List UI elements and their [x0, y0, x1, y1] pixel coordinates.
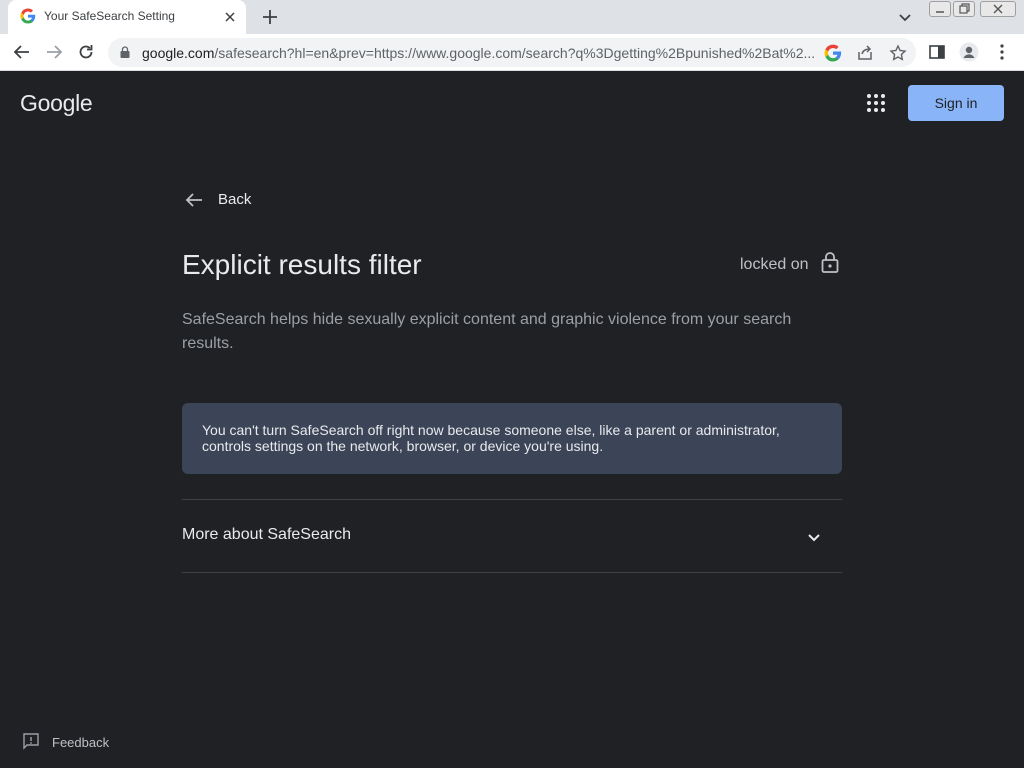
restore-icon [959, 3, 970, 14]
close-window-button[interactable] [980, 1, 1016, 17]
more-about-expander[interactable]: More about SafeSearch [182, 500, 842, 572]
status-text: locked on [740, 256, 809, 273]
page-title: Explicit results filter [182, 249, 422, 280]
address-bar[interactable]: google.com/safesearch?hl=en&prev=https:/… [108, 38, 916, 67]
sign-in-button[interactable]: Sign in [908, 85, 1004, 121]
more-options-icon[interactable] [994, 43, 1010, 61]
google-apps-icon[interactable] [866, 93, 886, 113]
arrow-left-icon [185, 193, 202, 207]
tab-strip: Your SafeSearch Setting [0, 0, 1024, 34]
divider [182, 572, 842, 573]
forward-arrow-icon[interactable] [44, 42, 64, 62]
tab-close-icon[interactable] [222, 9, 238, 25]
description: SafeSearch helps hide sexually explicit … [182, 311, 792, 352]
lock-icon[interactable] [120, 46, 130, 58]
minimize-icon [936, 11, 944, 13]
locked-notice: You can't turn SafeSearch off right now … [182, 403, 842, 474]
share-icon[interactable] [856, 44, 874, 62]
bookmark-star-icon[interactable] [889, 44, 907, 62]
feedback-icon [23, 733, 39, 750]
restore-button[interactable] [953, 1, 975, 17]
new-tab-icon[interactable] [261, 8, 279, 26]
tab-title: Your SafeSearch Setting [44, 9, 175, 23]
reload-icon[interactable] [76, 42, 96, 62]
tab-search-chevron-icon[interactable] [897, 9, 913, 25]
url-path: /safesearch?hl=en&prev=https://www.googl… [214, 45, 816, 61]
browser-toolbar: google.com/safesearch?hl=en&prev=https:/… [0, 34, 1024, 71]
padlock-icon [821, 252, 839, 273]
back-label: Back [218, 191, 252, 208]
google-lens-icon[interactable] [824, 44, 842, 62]
tab-active[interactable]: Your SafeSearch Setting [8, 0, 246, 34]
safesearch-page: Google Sign in Back Explicit results fil… [0, 71, 1024, 768]
url-host: google.com [142, 45, 215, 61]
google-favicon-icon [20, 8, 36, 24]
close-window-icon [993, 4, 1003, 14]
url-text[interactable]: google.com/safesearch?hl=en&prev=https:/… [142, 45, 822, 61]
back-arrow-icon[interactable] [12, 42, 32, 62]
minimize-button[interactable] [929, 1, 951, 17]
google-logo[interactable]: Google [20, 90, 93, 117]
feedback-label: Feedback [52, 735, 110, 750]
side-panel-icon[interactable] [928, 43, 946, 61]
more-about-label: More about SafeSearch [182, 526, 351, 543]
profile-avatar-icon[interactable] [959, 42, 979, 62]
chevron-down-icon [808, 534, 820, 542]
